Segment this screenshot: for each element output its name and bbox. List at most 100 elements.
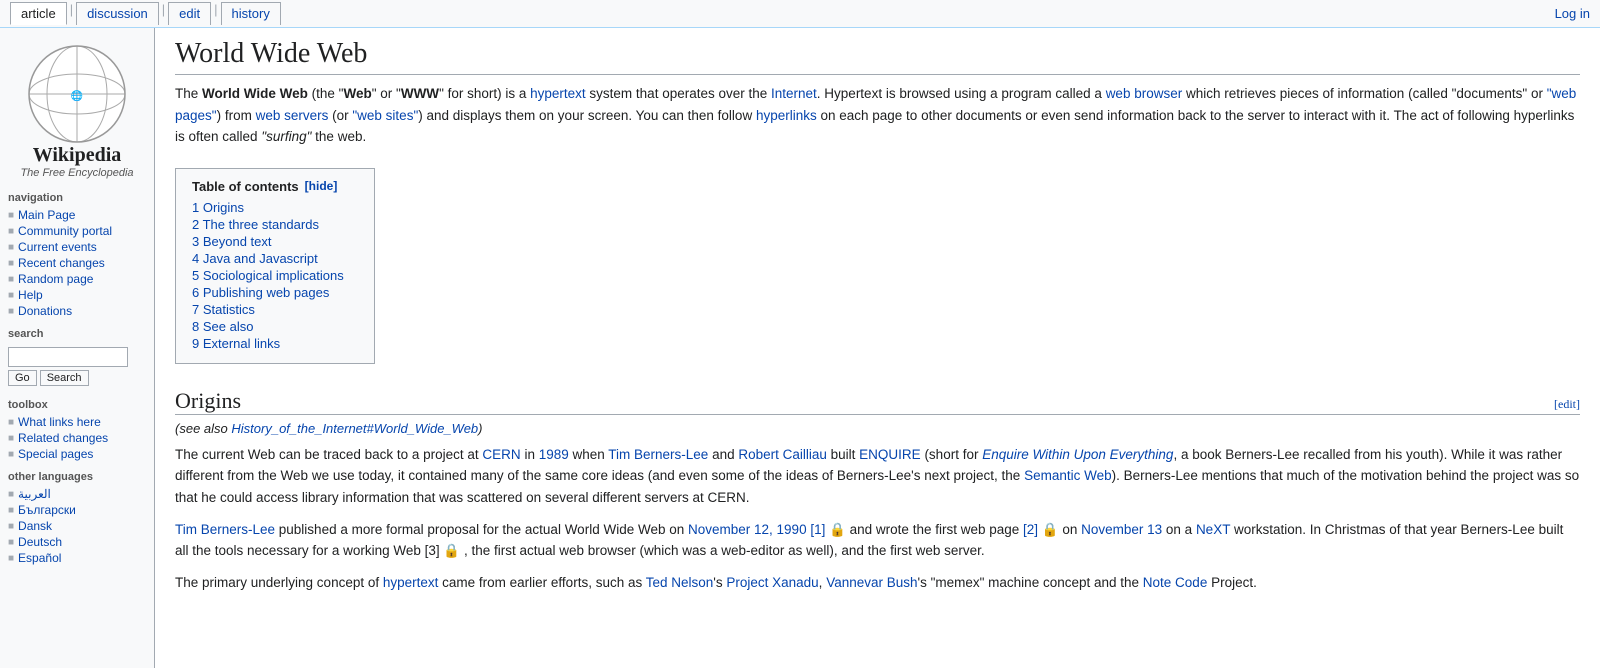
sidebar: 🌐 Wikipedia The Free Encyclopedia naviga…	[0, 28, 155, 668]
sidebar-item-special-pages[interactable]: ■Special pages	[0, 446, 154, 462]
ref2-link[interactable]: [2]	[1023, 522, 1038, 537]
origins-p3: The primary underlying concept of hypert…	[175, 572, 1580, 594]
xanadu-link[interactable]: Project Xanadu	[726, 575, 818, 590]
sidebar-item-current-events[interactable]: ■Current events	[0, 239, 154, 255]
list-item: 3 Beyond text	[192, 234, 358, 249]
enquire-book-link[interactable]: Enquire Within Upon Everything	[982, 447, 1173, 462]
web-browser-link[interactable]: web browser	[1106, 86, 1183, 101]
tim-link[interactable]: Tim Berners-Lee	[608, 447, 708, 462]
login-link[interactable]: Log in	[1555, 6, 1590, 21]
web-sites-link[interactable]: "web sites"	[352, 108, 418, 123]
toc-title: Table of contents [hide]	[192, 179, 358, 194]
sidebar-item-related-changes[interactable]: ■Related changes	[0, 430, 154, 446]
toc-title-text: Table of contents	[192, 179, 299, 194]
tab-history[interactable]: history	[221, 2, 281, 25]
special-pages-link[interactable]: Special pages	[18, 447, 93, 461]
vannevar-link[interactable]: Vannevar Bush	[826, 575, 917, 590]
hypertext-link[interactable]: hypertext	[530, 86, 586, 101]
donations-link[interactable]: Donations	[18, 304, 72, 318]
toc-link-2[interactable]: 2 The three standards	[192, 217, 319, 232]
sidebar-item-main-page[interactable]: ■ Main Page	[0, 207, 154, 223]
search-input[interactable]	[8, 347, 128, 367]
hyperlinks-link[interactable]: hyperlinks	[756, 108, 817, 123]
random-page-link[interactable]: Random page	[18, 272, 93, 286]
semantic-web-link[interactable]: Semantic Web	[1024, 468, 1112, 483]
nov13-link[interactable]: November 13	[1081, 522, 1162, 537]
origins-edit-link[interactable]: [edit]	[1554, 397, 1580, 412]
sidebar-item-arabic[interactable]: ■العربية	[0, 486, 154, 502]
bullet: ■	[8, 521, 14, 532]
ted-nelson-link[interactable]: Ted Nelson	[646, 575, 714, 590]
toc-hide-button[interactable]: [hide]	[305, 179, 338, 193]
bullet: ■	[8, 306, 14, 317]
toc-link-9[interactable]: 9 External links	[192, 336, 280, 351]
1989-link[interactable]: 1989	[539, 447, 569, 462]
search-box: Go Search	[0, 343, 154, 390]
sidebar-item-donations[interactable]: ■ Donations	[0, 303, 154, 319]
sidebar-item-community[interactable]: ■Community portal	[0, 223, 154, 239]
navigation-heading: navigation	[0, 189, 154, 207]
nov12-link[interactable]: November 12, 1990 [1]	[688, 522, 825, 537]
sidebar-item-recent-changes[interactable]: ■Recent changes	[0, 255, 154, 271]
toc-link-7[interactable]: 7 Statistics	[192, 302, 255, 317]
next-link[interactable]: NeXT	[1196, 522, 1230, 537]
current-events-link[interactable]: Current events	[18, 240, 97, 254]
see-also-link[interactable]: History_of_the_Internet#World_Wide_Web	[231, 421, 478, 436]
main-page-link[interactable]: Main Page	[18, 208, 75, 222]
page-title: World Wide Web	[175, 38, 1580, 75]
bullet: ■	[8, 553, 14, 564]
recent-changes-link[interactable]: Recent changes	[18, 256, 105, 270]
list-item: 8 See also	[192, 319, 358, 334]
cern-link[interactable]: CERN	[482, 447, 520, 462]
spanish-link[interactable]: Español	[18, 551, 61, 565]
search-buttons: Go Search	[8, 370, 146, 386]
sidebar-item-random-page[interactable]: ■ Random page	[0, 271, 154, 287]
notecode-link[interactable]: Note Code	[1143, 575, 1208, 590]
sidebar-item-help[interactable]: ■Help	[0, 287, 154, 303]
toc-link-4[interactable]: 4 Java and Javascript	[192, 251, 318, 266]
toc-link-8[interactable]: 8 See also	[192, 319, 253, 334]
hypertext-link-2[interactable]: hypertext	[383, 575, 439, 590]
related-changes-link[interactable]: Related changes	[18, 431, 108, 445]
origins-p1: The current Web can be traced back to a …	[175, 444, 1580, 509]
web-servers-link[interactable]: web servers	[256, 108, 329, 123]
sidebar-item-spanish[interactable]: ■ Español	[0, 550, 154, 566]
german-link[interactable]: Deutsch	[18, 535, 62, 549]
enquire-link[interactable]: ENQUIRE	[859, 447, 921, 462]
sidebar-item-german[interactable]: ■ Deutsch	[0, 534, 154, 550]
other-languages-heading: other languages	[0, 468, 154, 486]
bulgarian-link[interactable]: Български	[18, 503, 76, 517]
bullet: ■	[8, 210, 14, 221]
robert-link[interactable]: Robert Cailliau	[738, 447, 827, 462]
tab-article[interactable]: article	[10, 2, 67, 25]
internet-link[interactable]: Internet	[771, 86, 817, 101]
toc-link-3[interactable]: 3 Beyond text	[192, 234, 272, 249]
tab-bar: article | discussion | edit | history	[10, 2, 281, 25]
toc-link-6[interactable]: 6 Publishing web pages	[192, 285, 329, 300]
what-links-link[interactable]: What links here	[18, 415, 101, 429]
toolbox-section: toolbox ■What links here ■Related change…	[0, 396, 154, 462]
sidebar-item-danish[interactable]: ■ Dansk	[0, 518, 154, 534]
toc-link-5[interactable]: 5 Sociological implications	[192, 268, 344, 283]
tim-link-2[interactable]: Tim Berners-Lee	[175, 522, 275, 537]
tab-discussion[interactable]: discussion	[76, 2, 159, 25]
search-button[interactable]: Search	[40, 370, 89, 386]
arabic-link[interactable]: العربية	[18, 487, 51, 501]
tab-edit[interactable]: edit	[168, 2, 211, 25]
intro-paragraph: The World Wide Web (the "Web" or "WWW" f…	[175, 83, 1580, 148]
toc-link-1[interactable]: 1 Origins	[192, 200, 244, 215]
community-link[interactable]: Community portal	[18, 224, 112, 238]
toolbox-heading: toolbox	[0, 396, 154, 414]
danish-link[interactable]: Dansk	[18, 519, 52, 533]
navigation-section: navigation ■Main Page ■Community portal …	[0, 189, 154, 319]
sidebar-item-what-links[interactable]: ■What links here	[0, 414, 154, 430]
bullet: ■	[8, 274, 14, 285]
bullet: ■	[8, 537, 14, 548]
tab-sep-2: |	[162, 2, 165, 25]
logo-title: Wikipedia	[0, 144, 154, 167]
sidebar-item-bulgarian[interactable]: ■Български	[0, 502, 154, 518]
list-item: 7 Statistics	[192, 302, 358, 317]
go-button[interactable]: Go	[8, 370, 37, 386]
help-link[interactable]: Help	[18, 288, 43, 302]
list-item: 6 Publishing web pages	[192, 285, 358, 300]
